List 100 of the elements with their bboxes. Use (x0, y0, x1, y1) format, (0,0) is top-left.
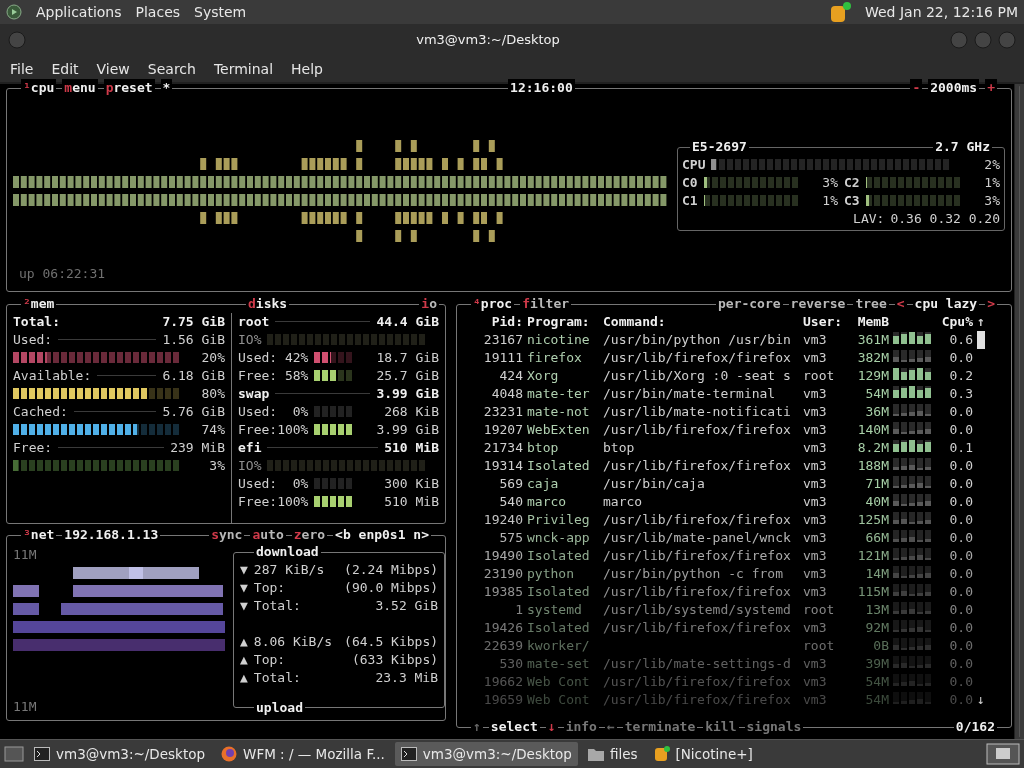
panel-menu[interactable]: Applications (36, 4, 122, 20)
cpu-cell-text: 0.0 (948, 492, 973, 511)
program-cell-text: mate-not (527, 402, 591, 421)
command-cell-text: /usr/bin/python -c from (603, 564, 784, 583)
memory-cell-text: 382M (856, 348, 889, 367)
pid-cell-text: 19111 (482, 348, 523, 367)
traffic-label: Total: (253, 668, 301, 687)
taskbar-item[interactable]: WFM : / — Mozilla F... (215, 742, 391, 766)
program-cell-text: Isolated (527, 582, 591, 601)
maximize-icon[interactable] (974, 30, 992, 49)
memory-cell-text: 54M (864, 384, 889, 403)
window-menu-icon[interactable] (8, 30, 26, 49)
memory-value: 1.56 GiB (162, 330, 225, 349)
memory-cell-text: 71M (864, 474, 889, 493)
memory-label: Cached: (13, 402, 68, 421)
column-header[interactable]: Pid: (463, 312, 523, 331)
taskbar-item[interactable]: files (581, 742, 644, 766)
program-cell-text: btop (527, 438, 560, 457)
memory-cell-text: 115M (856, 582, 889, 601)
program-cell-text: Privileg (527, 510, 591, 529)
menu-item[interactable]: View (90, 60, 138, 77)
app-tray-icon[interactable] (828, 1, 851, 23)
program-cell-text: WebExten (527, 420, 591, 439)
panel-menu[interactable]: System (194, 4, 247, 20)
arrow-icon: ▲ (240, 650, 248, 669)
column-header[interactable]: Command: (603, 312, 799, 331)
command-cell-text: /usr/lib/mate-settings-d (603, 654, 792, 673)
cpu-cell-text: 0.0 (948, 600, 973, 619)
pid-cell-text: 575 (498, 528, 523, 547)
command-cell-text: /usr/lib/Xorg :0 -seat s (603, 366, 792, 385)
cpu-cell-text: 0.0 (948, 510, 973, 529)
command-cell-text: /usr/lib/firefox/firefox (603, 546, 792, 565)
traffic-label: Top: (253, 650, 286, 669)
core-reading: 1% (822, 191, 838, 210)
memory-label: Available: (13, 366, 92, 385)
load-average: 0.36 0.32 0.20 (890, 209, 1000, 228)
column-header[interactable]: Cpu% (893, 312, 973, 331)
memory-label: Total: (13, 312, 60, 331)
command-cell-text: /usr/lib/firefox/firefox (603, 420, 792, 439)
program-cell-text: Isolated (527, 618, 591, 637)
taskbar-item[interactable]: vm3@vm3:~/Desktop (394, 742, 578, 766)
command-cell-text: /usr/lib/firefox/firefox (603, 348, 792, 367)
menu-item[interactable]: Terminal (207, 60, 282, 77)
program-cell-text: systemd (527, 600, 583, 619)
memory-cell-text: 140M (856, 420, 889, 439)
pid-cell-text: 19240 (482, 510, 523, 529)
traffic-label: Total: (253, 596, 301, 615)
disk-usage-label: Free:100% (238, 420, 309, 439)
pid-cell-text: 21734 (482, 438, 523, 457)
traffic-value: (633 Kibps) (351, 650, 439, 669)
disk-name: root (238, 312, 270, 331)
menu-item[interactable]: Help (285, 60, 331, 77)
column-header[interactable]: MemB (849, 312, 889, 331)
disk-usage-value: 18.7 GiB (376, 348, 439, 367)
cpu-cell-text: 0.0 (948, 528, 973, 547)
close-icon[interactable] (998, 30, 1016, 49)
pid-cell-text: 540 (498, 492, 523, 511)
column-header[interactable]: User: (803, 312, 845, 331)
graph-scale: 11M (13, 697, 38, 716)
minimize-icon[interactable] (950, 30, 968, 49)
user-cell-text: vm3 (803, 492, 828, 511)
pid-cell-text: 22639 (482, 636, 523, 655)
taskbar-item[interactable]: vm3@vm3:~/Desktop (28, 742, 212, 766)
column-header[interactable]: Program: (527, 312, 599, 331)
program-cell-text: nicotine (527, 330, 591, 349)
load-average-label: LAV: (853, 209, 885, 228)
scroll-down-arrow[interactable]: ↓ (977, 690, 987, 709)
user-cell-text: root (803, 636, 836, 655)
program-cell-text: firefox (527, 348, 583, 367)
memory-cell-text: 0B (872, 636, 889, 655)
pid-cell-text: 19426 (482, 618, 523, 637)
disk-usage-label: Free: 58% (238, 366, 309, 385)
workspace-icon[interactable] (986, 743, 1020, 765)
memory-cell-text: 121M (856, 546, 889, 565)
taskbar-item[interactable]: [Nicotine+] (647, 742, 759, 766)
menu-item[interactable]: File (4, 60, 42, 77)
traffic-value: (64.5 Kibps) (344, 632, 439, 651)
traffic-bar (13, 584, 39, 597)
cpu-cell-text: 0.0 (948, 690, 973, 709)
disk-usage-value: 25.7 GiB (376, 366, 439, 385)
memory-cell-text: 14M (864, 564, 889, 583)
scroll-up-arrow[interactable]: ↑ (977, 312, 987, 331)
command-cell-text: /usr/lib/firefox/firefox (603, 456, 792, 475)
memory-percent: 74% (201, 420, 225, 439)
folder-icon (587, 747, 604, 761)
io-label: IO% (238, 330, 262, 349)
show-desktop-icon[interactable] (4, 745, 24, 763)
command-cell-text: /usr/lib/systemd/systemd (603, 600, 792, 619)
menu-item[interactable]: Edit (45, 60, 87, 77)
command-cell-text: /usr/lib/firefox/firefox (603, 618, 792, 637)
scroll-thumb[interactable] (977, 330, 985, 349)
panel-menu[interactable]: Places (135, 4, 181, 20)
user-cell-text: vm3 (803, 654, 828, 673)
menu-item[interactable]: Search (141, 60, 204, 77)
program-cell-text: marco (527, 492, 568, 511)
command-cell-text: /usr/bin/mate-terminal (603, 384, 777, 403)
disk-name: efi (238, 438, 262, 457)
command-cell-text: /usr/bin/python /usr/bin (603, 330, 792, 349)
clock[interactable]: Wed Jan 22, 12:16 PM (864, 4, 1018, 20)
memory-cell-text: 361M (856, 330, 889, 349)
